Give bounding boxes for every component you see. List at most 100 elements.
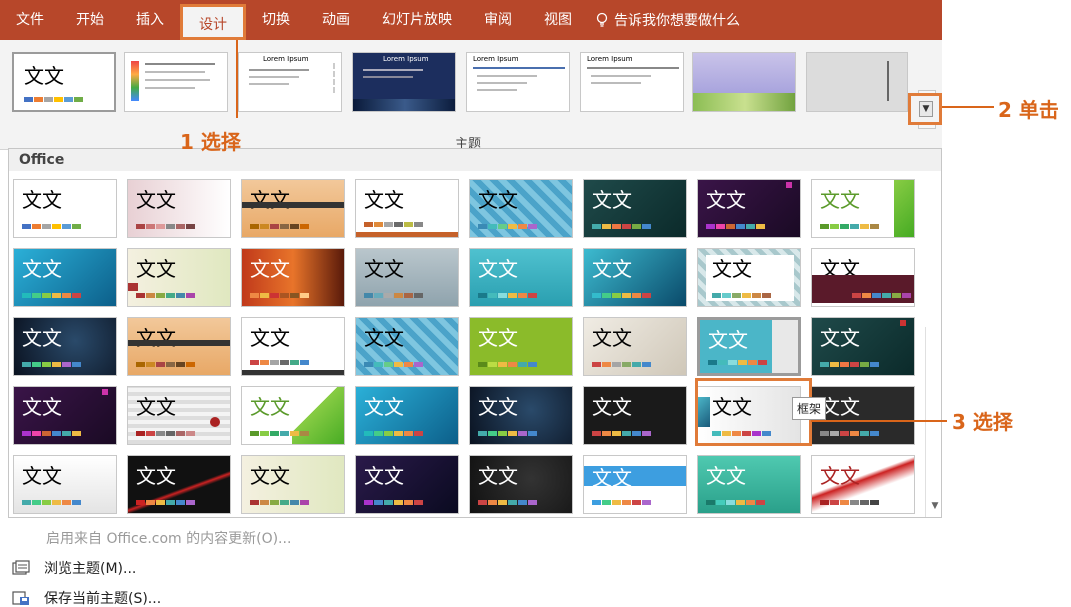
- theme-gallery-strip: 文文 Lorem Ipsum Lorem Ipsum Lorem Ipsum L…: [0, 40, 942, 152]
- annotation-2: 2 单击: [998, 94, 1059, 123]
- thumb-title: 文文: [706, 188, 746, 212]
- menu-save-theme[interactable]: 保存当前主题(S)...: [12, 588, 161, 607]
- theme-thumb[interactable]: 文文: [241, 386, 345, 445]
- theme-thumb[interactable]: 文文: [127, 317, 231, 376]
- gallery-theme-8[interactable]: [806, 52, 908, 112]
- theme-thumb[interactable]: 文文: [811, 386, 915, 445]
- thumb-title: 文文: [136, 464, 176, 488]
- theme-thumb[interactable]: 文文: [811, 455, 915, 514]
- gallery-theme-5[interactable]: Lorem Ipsum: [466, 52, 570, 112]
- thumb-title: 文文: [592, 326, 632, 350]
- thumb-title: 文文: [24, 64, 64, 88]
- theme-thumb[interactable]: 文文: [241, 179, 345, 238]
- browse-folder-icon: [12, 560, 30, 575]
- thumb-title: 文文: [592, 188, 632, 212]
- annotation-3-number: 3: [952, 410, 966, 434]
- menu-browse-themes-label: 浏览主题(M)...: [44, 561, 137, 577]
- tab-design[interactable]: 设计: [180, 4, 246, 40]
- theme-thumb[interactable]: 文文: [355, 317, 459, 376]
- theme-thumb[interactable]: 文文: [241, 317, 345, 376]
- theme-thumb[interactable]: 文文: [469, 248, 573, 307]
- gallery-theme-office[interactable]: 文文: [12, 52, 116, 112]
- theme-thumb[interactable]: 文文: [811, 317, 915, 376]
- theme-thumb[interactable]: 文文: [811, 179, 915, 238]
- theme-thumb[interactable]: 文文: [697, 455, 801, 514]
- gallery-theme-6[interactable]: Lorem Ipsum: [580, 52, 684, 112]
- thumb-title: 文文: [22, 464, 62, 488]
- tab-home[interactable]: 开始: [60, 0, 120, 40]
- theme-thumb[interactable]: 文文: [697, 317, 801, 376]
- thumb-title: 文文: [592, 395, 632, 419]
- theme-thumb[interactable]: 文文: [469, 179, 573, 238]
- gallery-theme-7[interactable]: [692, 52, 796, 112]
- gallery-theme-3[interactable]: Lorem Ipsum: [238, 52, 342, 112]
- theme-thumb[interactable]: 文文: [13, 386, 117, 445]
- thumb-title: 文文: [250, 326, 290, 350]
- thumb-title: Lorem Ipsum: [383, 55, 429, 63]
- menu-browse-themes[interactable]: 浏览主题(M)...: [12, 558, 136, 578]
- theme-thumb[interactable]: 文文: [127, 386, 231, 445]
- tell-me-box[interactable]: 告诉我你想要做什么: [596, 10, 740, 30]
- tab-transitions[interactable]: 切换: [246, 0, 306, 40]
- theme-thumb[interactable]: 文文: [583, 317, 687, 376]
- theme-thumb[interactable]: 文文: [127, 455, 231, 514]
- thumb-title: 文文: [250, 188, 290, 212]
- gallery-more-button[interactable]: ▼: [908, 93, 942, 125]
- annotation-1-leader: [236, 40, 238, 118]
- annotation-3-text: 选择: [972, 410, 1013, 434]
- thumb-title: 文文: [708, 328, 748, 352]
- theme-thumb[interactable]: 文文: [355, 248, 459, 307]
- menu-enable-updates[interactable]: 启用来自 Office.com 的内容更新(O)...: [46, 528, 291, 548]
- annotation-1-text: 选择: [200, 130, 241, 154]
- theme-thumb[interactable]: 文文: [241, 455, 345, 514]
- theme-thumb[interactable]: 文文: [127, 248, 231, 307]
- annotation-1-number: 1: [180, 130, 194, 154]
- thumb-title: 文文: [136, 395, 176, 419]
- panel-scroll-down-icon[interactable]: ▼: [928, 501, 942, 515]
- theme-thumb[interactable]: 文文: [13, 179, 117, 238]
- tab-animations[interactable]: 动画: [306, 0, 366, 40]
- thumb-title: 文文: [478, 464, 518, 488]
- thumb-title: 文文: [136, 326, 176, 350]
- theme-thumb[interactable]: 文文: [241, 248, 345, 307]
- thumb-title: 文文: [820, 188, 860, 212]
- theme-thumb[interactable]: 文文: [469, 455, 573, 514]
- tab-view[interactable]: 视图: [528, 0, 588, 40]
- tab-slideshow[interactable]: 幻灯片放映: [366, 0, 468, 40]
- thumb-title: 文文: [592, 257, 632, 281]
- theme-thumb[interactable]: 文文: [13, 248, 117, 307]
- theme-thumb[interactable]: 文文: [469, 317, 573, 376]
- thumb-title: 文文: [592, 466, 632, 490]
- theme-thumb[interactable]: 文文: [127, 179, 231, 238]
- theme-thumb[interactable]: 文文: [811, 248, 915, 307]
- theme-thumb[interactable]: 文文: [355, 386, 459, 445]
- theme-thumb[interactable]: 文文: [355, 179, 459, 238]
- theme-tooltip: 框架: [792, 397, 827, 420]
- panel-scrollbar[interactable]: ▼: [925, 327, 943, 517]
- dropdown-more-icon: ▼: [919, 101, 933, 117]
- gallery-theme-4[interactable]: Lorem Ipsum: [352, 52, 456, 112]
- ribbon-tab-bar: 文件 开始 插入 设计 切换 动画 幻灯片放映 审阅 视图 告诉我你想要做什么: [0, 0, 942, 40]
- theme-thumb[interactable]: 文文: [583, 386, 687, 445]
- tab-file[interactable]: 文件: [0, 0, 60, 40]
- thumb-title: 文文: [820, 464, 860, 488]
- theme-thumb[interactable]: 文文: [583, 248, 687, 307]
- theme-thumb[interactable]: 文文: [13, 455, 117, 514]
- thumb-title: 文文: [22, 326, 62, 350]
- theme-thumb[interactable]: 文文: [583, 179, 687, 238]
- tab-insert[interactable]: 插入: [120, 0, 180, 40]
- theme-thumb[interactable]: 文文: [583, 455, 687, 514]
- annotation-2-number: 2: [998, 98, 1012, 122]
- thumb-title: Lorem Ipsum: [263, 55, 309, 63]
- theme-thumb[interactable]: 文文: [355, 455, 459, 514]
- theme-thumb[interactable]: 文文: [13, 317, 117, 376]
- annotation-1: 1 选择: [180, 126, 241, 155]
- gallery-theme-2[interactable]: [124, 52, 228, 112]
- save-theme-icon: [12, 591, 29, 605]
- theme-thumb[interactable]: 文文: [469, 386, 573, 445]
- tab-review[interactable]: 审阅: [468, 0, 528, 40]
- thumb-title: 文文: [136, 257, 176, 281]
- theme-thumb[interactable]: 文文: [697, 179, 801, 238]
- theme-thumb[interactable]: 文文: [697, 248, 801, 307]
- thumb-title: 文文: [478, 188, 518, 212]
